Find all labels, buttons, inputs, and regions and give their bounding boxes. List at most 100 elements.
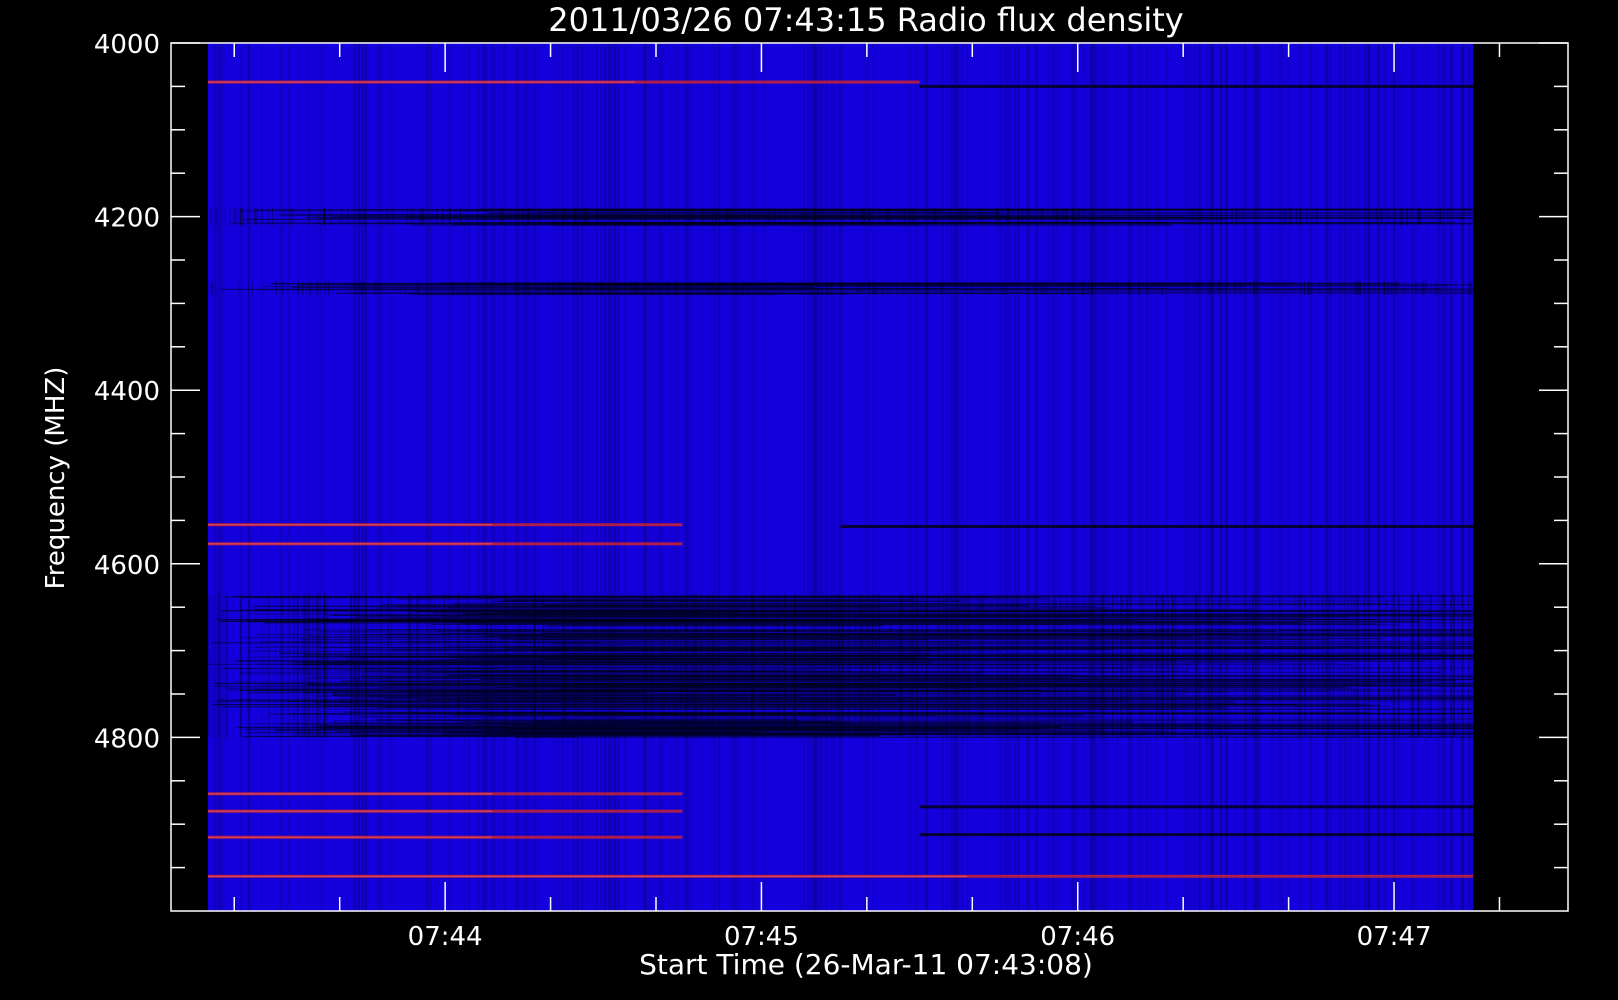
noise-streak [1253, 281, 1255, 295]
noise-streak [345, 281, 347, 295]
heatmap-streak [216, 43, 219, 911]
heatmap-streak [1377, 43, 1379, 911]
noise-line [375, 719, 798, 721]
noise-streak [267, 207, 270, 226]
heatmap-streak [561, 43, 563, 911]
noise-streak [256, 207, 258, 226]
heatmap-streak [748, 43, 750, 911]
noise-streak [301, 281, 304, 295]
bright-band-core [207, 810, 493, 812]
noise-streak [293, 594, 295, 738]
heatmap-streak [763, 43, 766, 911]
noise-streak [296, 594, 299, 738]
noise-streak [552, 281, 554, 295]
noise-streak [1110, 281, 1112, 295]
heatmap-streak [338, 43, 341, 911]
noise-streak [881, 281, 884, 295]
heatmap-streak [686, 43, 689, 911]
heatmap-streak [1383, 43, 1385, 911]
heatmap-streak [219, 43, 222, 911]
noise-streak [1387, 207, 1389, 226]
noise-streak [709, 281, 712, 295]
noise-streak [837, 594, 840, 738]
noise-streak [239, 207, 241, 226]
noise-line [401, 712, 767, 714]
noise-streak [1374, 281, 1376, 295]
noise-streak [632, 594, 634, 738]
bright-band-core [207, 81, 635, 83]
noise-line [249, 620, 779, 623]
noise-streak [957, 207, 959, 226]
heatmap-streak [1271, 43, 1273, 911]
noise-streak [1453, 594, 1456, 738]
heatmap-streak [1000, 43, 1003, 911]
noise-streak [997, 207, 999, 226]
noise-streak [840, 281, 842, 295]
heatmap-streak [566, 43, 569, 911]
noise-streak [1422, 281, 1424, 295]
noise-line [307, 618, 589, 620]
noise-streak [315, 594, 318, 738]
noise-streak [436, 207, 438, 226]
noise-streak [545, 207, 547, 226]
noise-streak [546, 594, 549, 738]
noise-line [349, 284, 754, 286]
noise-streak [874, 281, 876, 295]
bright-band-core [207, 543, 493, 545]
noise-streak [1246, 594, 1248, 738]
noise-streak [408, 594, 411, 738]
noise-streak [574, 207, 576, 226]
noise-streak [1430, 594, 1432, 738]
noise-streak [630, 281, 632, 295]
noise-streak [1435, 281, 1438, 295]
heatmap-streak [795, 43, 797, 911]
noise-streak [676, 281, 678, 295]
noise-streak [268, 594, 270, 738]
x-axis-label: Start Time (26-Mar-11 07:43:08) [639, 948, 1093, 981]
heatmap-streak [599, 43, 603, 911]
noise-streak [275, 594, 277, 738]
noise-streak [674, 594, 676, 738]
noise-streak [288, 594, 290, 738]
noise-streak [745, 594, 747, 738]
noise-streak [1195, 594, 1197, 738]
noise-streak [561, 281, 563, 295]
noise-streak [917, 281, 919, 295]
heatmap-streak [1281, 43, 1283, 911]
heatmap-streak [1052, 43, 1054, 911]
noise-streak [1383, 281, 1386, 295]
noise-streak [1303, 281, 1305, 295]
noise-streak [1467, 594, 1469, 738]
noise-streak [600, 281, 603, 295]
noise-streak [514, 281, 516, 295]
noise-streak [1318, 281, 1321, 295]
noise-streak [1418, 207, 1420, 226]
noise-streak [868, 207, 871, 226]
noise-streak [359, 207, 361, 226]
noise-streak [363, 281, 365, 295]
heatmap-streak [1115, 43, 1118, 911]
noise-streak [502, 207, 504, 226]
noise-streak [1325, 594, 1328, 738]
heatmap-streak [1193, 43, 1196, 911]
noise-streak [1358, 281, 1360, 295]
noise-streak [1236, 207, 1238, 226]
noise-streak [442, 207, 444, 226]
noise-streak [575, 281, 578, 295]
noise-streak [280, 281, 282, 295]
noise-streak [705, 207, 707, 226]
noise-streak [537, 281, 539, 295]
bright-band-core [207, 793, 493, 795]
noise-streak [1061, 207, 1063, 226]
noise-streak [1284, 207, 1286, 226]
noise-streak [422, 207, 424, 226]
heatmap-streak [820, 43, 823, 911]
heatmap-streak [1013, 43, 1016, 911]
noise-streak [1441, 281, 1443, 295]
noise-streak [1208, 281, 1210, 295]
heatmap-streak [1436, 43, 1439, 911]
heatmap-streak [668, 43, 671, 911]
noise-streak [419, 207, 421, 226]
noise-streak [995, 281, 997, 295]
heatmap-streak [701, 43, 703, 911]
